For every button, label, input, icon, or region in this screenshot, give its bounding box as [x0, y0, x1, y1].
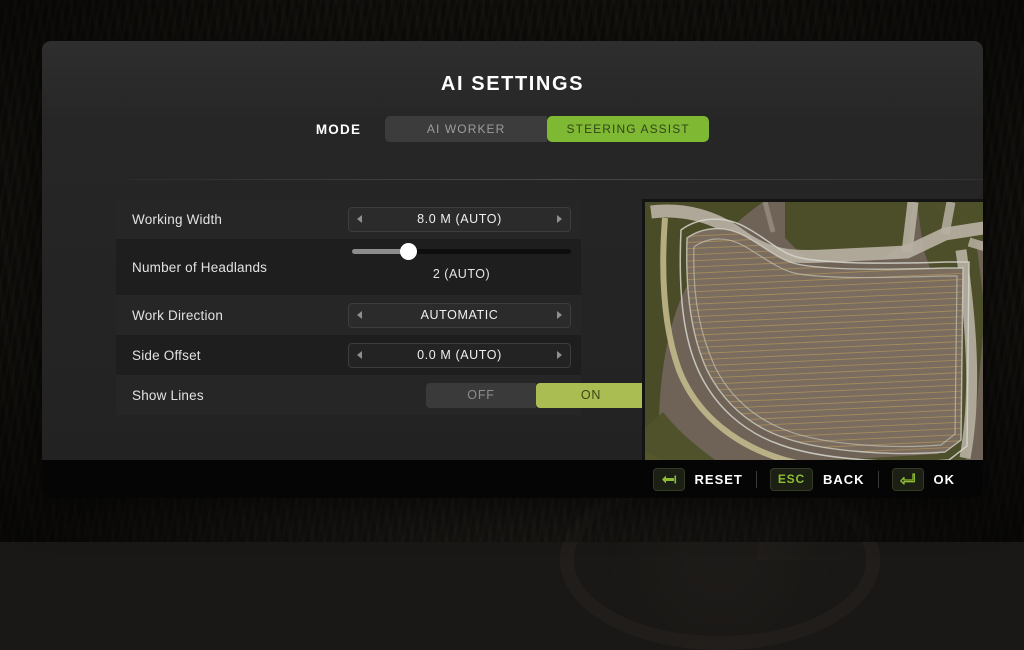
show-lines-off-option[interactable]: OFF — [426, 383, 536, 408]
enter-glyph — [900, 473, 915, 485]
setting-label: Number of Headlands — [132, 260, 267, 275]
footer-back-group: ESC BACK — [770, 468, 865, 491]
settings-list: Working Width 8.0 M (AUTO) Number of Hea… — [116, 199, 581, 415]
chevron-right-icon[interactable] — [557, 311, 562, 319]
footer-reset-group: RESET — [653, 468, 743, 491]
slider-handle[interactable] — [400, 243, 417, 260]
headlands-value: 2 (AUTO) — [352, 267, 571, 281]
show-lines-on-option[interactable]: ON — [536, 383, 646, 408]
tab-ai-worker[interactable]: AI WORKER — [385, 116, 547, 142]
working-width-value: 8.0 M (AUTO) — [362, 212, 557, 226]
mode-segmented-control: AI WORKER STEERING ASSIST — [385, 116, 709, 142]
side-offset-stepper[interactable]: 0.0 M (AUTO) — [348, 343, 571, 368]
mode-label: MODE — [316, 122, 361, 137]
page-title: AI SETTINGS — [42, 41, 983, 96]
reset-button[interactable]: RESET — [695, 472, 743, 487]
setting-row-show-lines: Show Lines OFF ON — [116, 375, 581, 415]
side-offset-value: 0.0 M (AUTO) — [362, 348, 557, 362]
setting-row-working-width: Working Width 8.0 M (AUTO) — [116, 199, 581, 239]
setting-label: Show Lines — [132, 388, 204, 403]
mode-selector-row: MODE AI WORKER STEERING ASSIST — [42, 116, 983, 142]
field-preview-canvas — [645, 202, 983, 478]
chevron-right-icon[interactable] — [557, 351, 562, 359]
ok-button[interactable]: OK — [934, 472, 956, 487]
show-lines-toggle: OFF ON — [426, 383, 646, 408]
footer-ok-group: OK — [892, 468, 956, 491]
slider-track[interactable] — [352, 249, 571, 254]
esc-key-badge[interactable]: ESC — [770, 468, 813, 491]
work-direction-value: AUTOMATIC — [362, 308, 557, 322]
backspace-icon[interactable] — [653, 468, 685, 491]
setting-label: Side Offset — [132, 348, 201, 363]
header-divider — [130, 179, 983, 180]
setting-row-side-offset: Side Offset 0.0 M (AUTO) — [116, 335, 581, 375]
enter-icon[interactable] — [892, 468, 924, 491]
field-preview-map[interactable] — [642, 199, 983, 481]
tab-steering-assist[interactable]: STEERING ASSIST — [547, 116, 709, 142]
setting-label: Working Width — [132, 212, 222, 227]
backspace-glyph — [661, 474, 677, 485]
back-button[interactable]: BACK — [823, 472, 865, 487]
dialog-footer: RESET ESC BACK OK — [42, 460, 983, 498]
footer-separator — [756, 471, 757, 488]
working-width-stepper[interactable]: 8.0 M (AUTO) — [348, 207, 571, 232]
setting-label: Work Direction — [132, 308, 223, 323]
setting-row-number-of-headlands: Number of Headlands 2 (AUTO) — [116, 239, 581, 295]
footer-separator — [878, 471, 879, 488]
setting-row-work-direction: Work Direction AUTOMATIC — [116, 295, 581, 335]
chevron-right-icon[interactable] — [557, 215, 562, 223]
headlands-slider[interactable]: 2 (AUTO) — [352, 249, 571, 281]
work-direction-stepper[interactable]: AUTOMATIC — [348, 303, 571, 328]
ai-settings-dialog: AI SETTINGS MODE AI WORKER STEERING ASSI… — [42, 41, 983, 498]
